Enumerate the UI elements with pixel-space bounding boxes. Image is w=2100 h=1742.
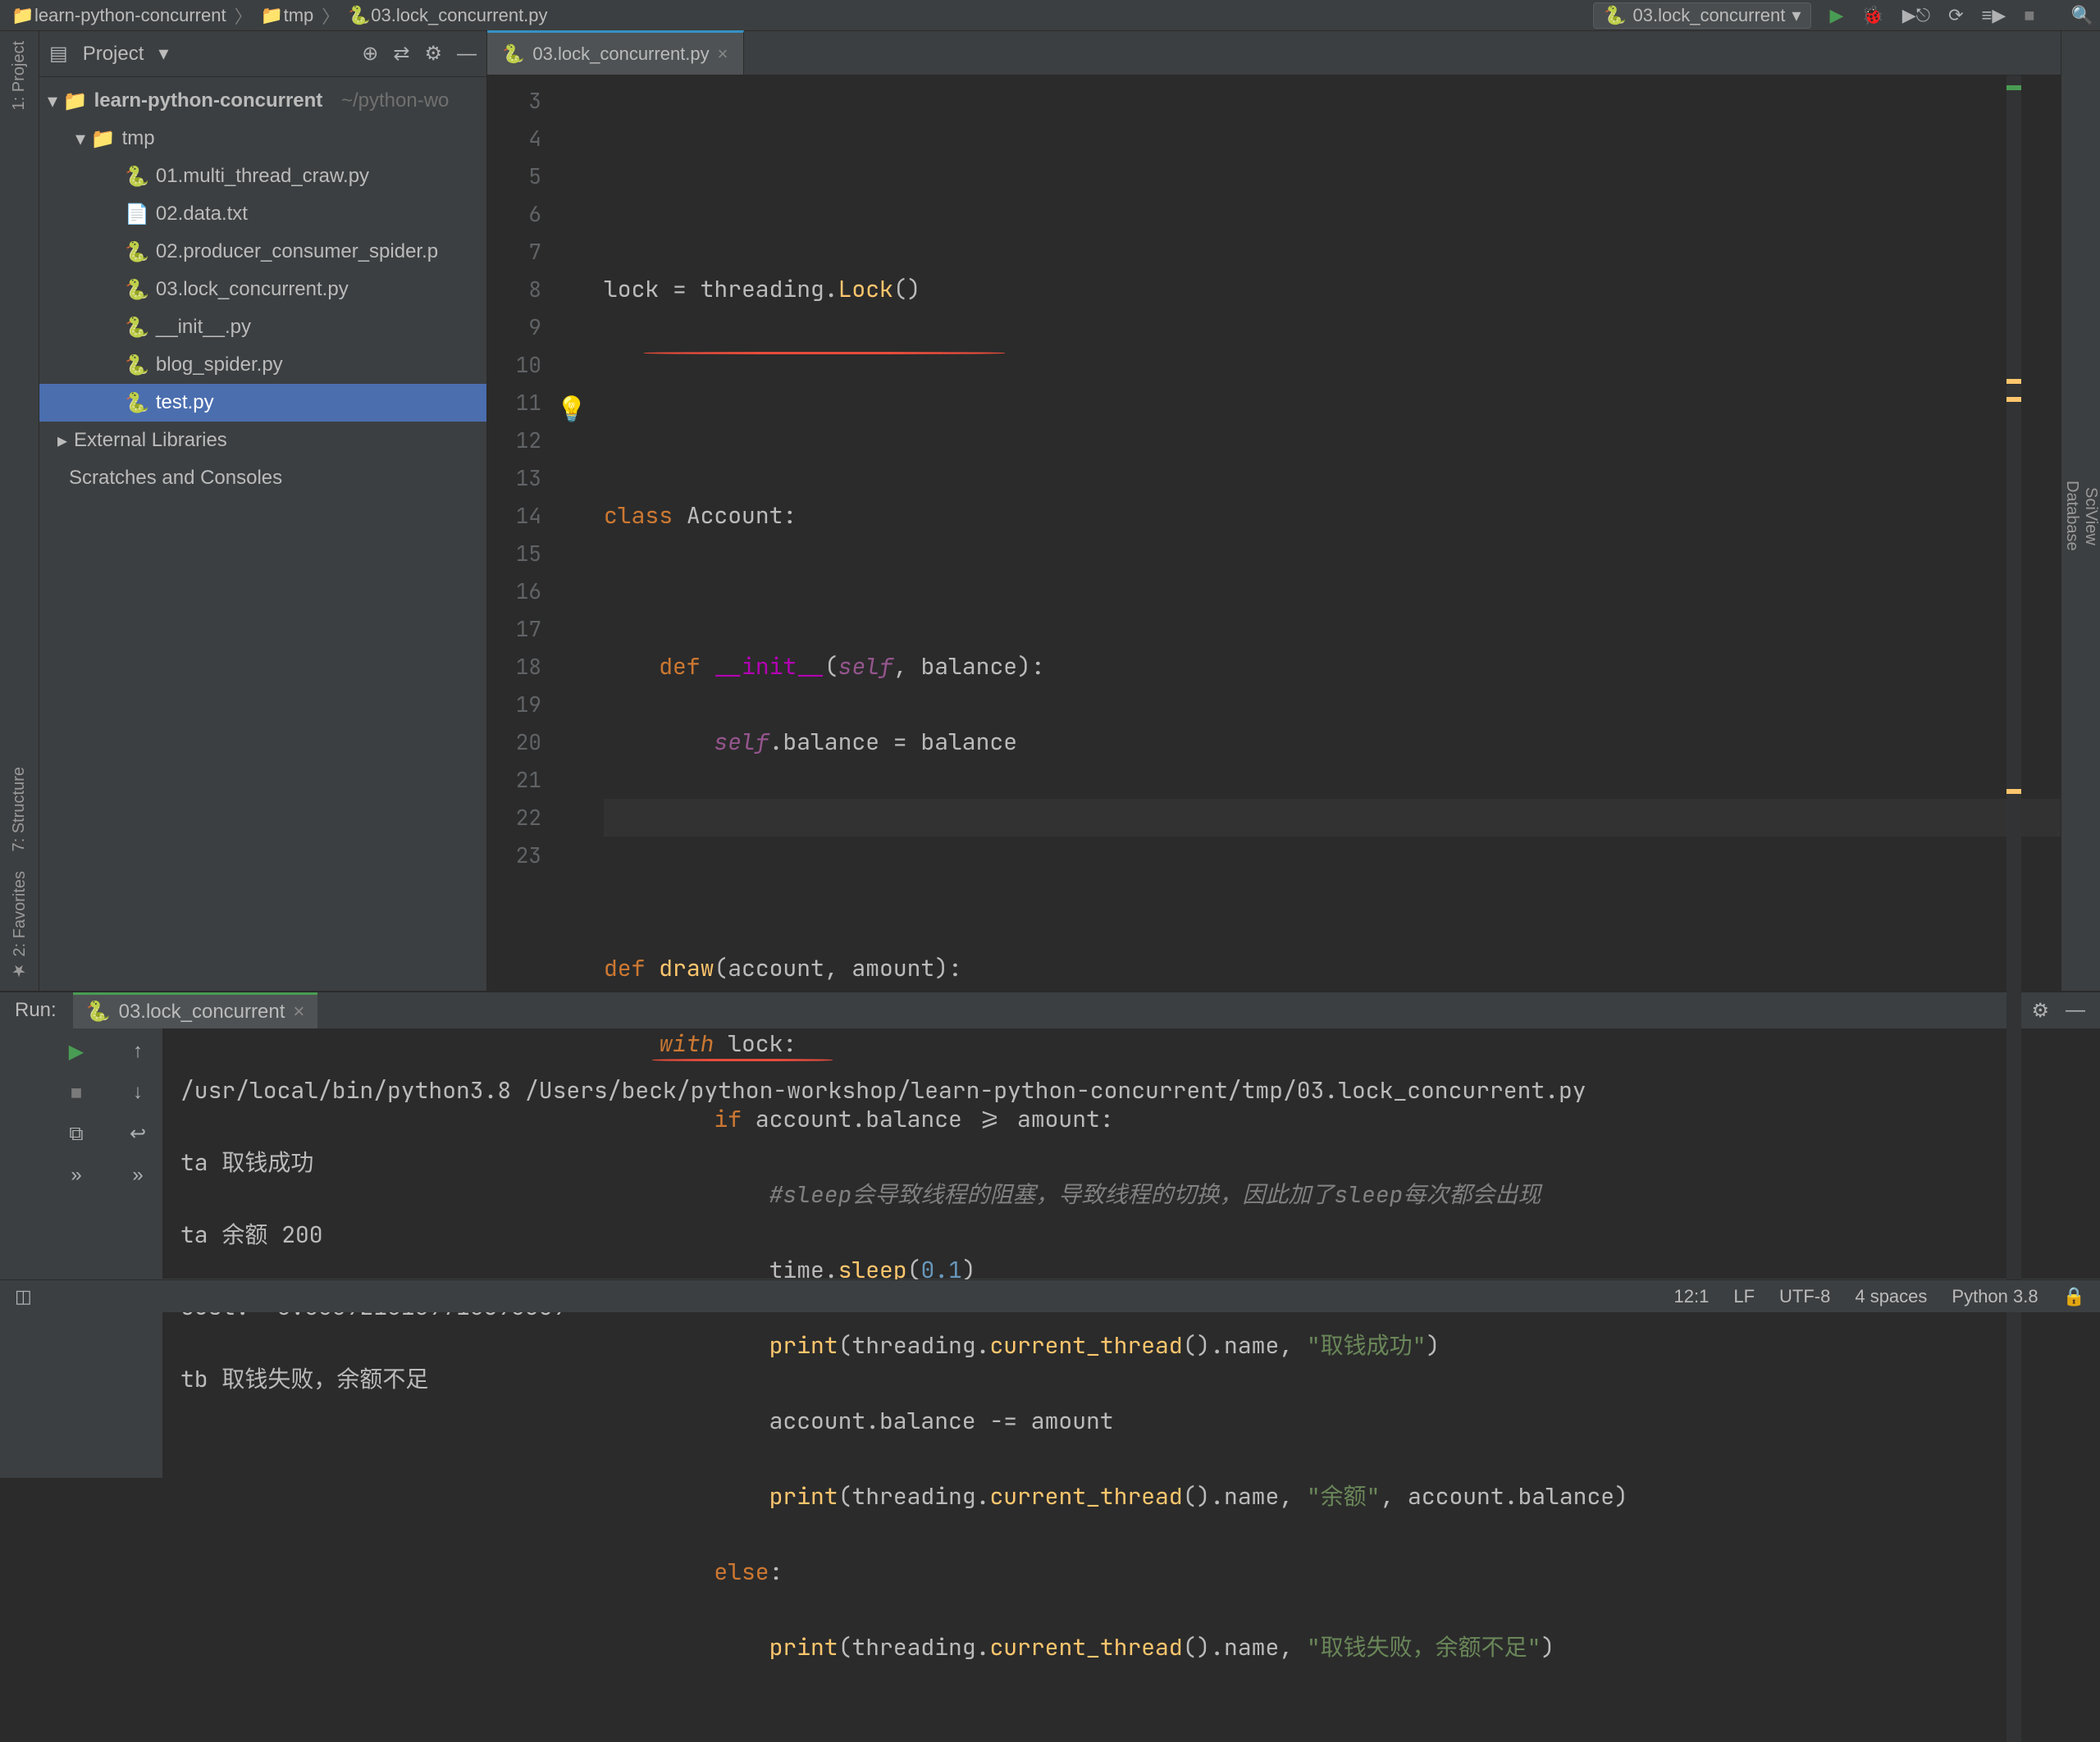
rerun-icon[interactable]: ▶ xyxy=(69,1040,84,1064)
locate-icon[interactable]: ⊕ xyxy=(362,42,378,66)
gutter-icons: 💡 xyxy=(551,75,589,1742)
folder-icon: 📁 xyxy=(11,5,30,26)
encoding[interactable]: UTF-8 xyxy=(1779,1286,1830,1307)
editor: 🐍 03.lock_concurrent.py × 34567891011121… xyxy=(487,31,2061,991)
tool-tab-favorites[interactable]: ★ 2: Favorites xyxy=(10,861,30,991)
line-ending[interactable]: LF xyxy=(1733,1286,1755,1307)
editor-tabs: 🐍 03.lock_concurrent.py × xyxy=(487,31,2061,75)
line-gutter[interactable]: 34567891011121314151617181920212223 xyxy=(487,75,551,1742)
chevron-right-icon: 〉 xyxy=(235,2,253,29)
tree-file[interactable]: 🐍 blog_spider.py xyxy=(39,346,486,384)
lightbulb-icon[interactable]: 💡 xyxy=(556,392,587,425)
debug-icon[interactable]: 🐞 xyxy=(1861,5,1883,26)
collapse-icon[interactable]: ⇄ xyxy=(393,42,409,66)
hide-icon[interactable]: — xyxy=(2066,999,2085,1022)
project-panel-title[interactable]: Project xyxy=(83,43,144,66)
tool-tab-sciview[interactable]: SciView xyxy=(2081,479,2100,554)
hide-icon[interactable]: — xyxy=(457,43,477,66)
layout-icon[interactable]: ⧉ xyxy=(69,1123,83,1146)
close-icon[interactable]: × xyxy=(293,1001,304,1024)
python-file-icon: 🐍 xyxy=(86,1000,111,1024)
run-controls: ▶ ■ ⧉ » xyxy=(39,1028,113,1478)
run-icon[interactable]: ▶ xyxy=(1829,5,1843,26)
more-icon[interactable]: » xyxy=(71,1164,81,1187)
tree-file[interactable]: 🐍 01.multi_thread_craw.py xyxy=(39,157,486,195)
run-config-selector[interactable]: 🐍 03.lock_concurrent ▾ xyxy=(1593,2,1811,29)
concurrency-icon[interactable]: ≡▶ xyxy=(1982,5,2006,26)
more-icon[interactable]: » xyxy=(132,1164,143,1187)
python-file-icon: 🐍 xyxy=(348,5,366,26)
breadcrumb-item[interactable]: tmp xyxy=(284,5,314,26)
right-tool-strip: SciView Database xyxy=(2061,31,2100,991)
folder-icon: 📁 xyxy=(261,5,279,26)
indent[interactable]: 4 spaces xyxy=(1855,1286,1927,1307)
breadcrumb[interactable]: 📁learn-python-concurrent 〉 📁tmp 〉 🐍03.lo… xyxy=(7,2,553,29)
chevron-down-icon: ▾ xyxy=(1792,5,1801,26)
navigation-bar: 📁learn-python-concurrent 〉 📁tmp 〉 🐍03.lo… xyxy=(0,0,2100,31)
soft-wrap-icon[interactable]: ↩ xyxy=(130,1122,146,1146)
profile-icon[interactable]: ⟳ xyxy=(1948,5,1963,26)
stop-icon[interactable]: ■ xyxy=(71,1082,83,1105)
left-tool-strip: 1: Project 7: Structure ★ 2: Favorites xyxy=(0,31,39,991)
run-config-label: 03.lock_concurrent xyxy=(1633,5,1786,26)
editor-tab-label: 03.lock_concurrent.py xyxy=(532,43,709,65)
breadcrumb-item[interactable]: learn-python-concurrent xyxy=(34,5,226,26)
tool-tab-database[interactable]: Database xyxy=(2062,472,2081,559)
python-file-icon: 🐍 xyxy=(502,43,524,65)
breadcrumb-item[interactable]: 03.lock_concurrent.py xyxy=(371,5,547,26)
run-coverage-icon[interactable]: ▶⎋ xyxy=(1902,5,1930,26)
tree-folder[interactable]: ▾ 📁 tmp xyxy=(39,120,486,157)
interpreter[interactable]: Python 3.8 xyxy=(1952,1286,2038,1307)
search-icon[interactable]: 🔍 xyxy=(2071,5,2093,26)
project-view-icon[interactable]: ▤ xyxy=(49,42,68,66)
close-icon[interactable]: × xyxy=(718,43,728,65)
lock-icon[interactable]: 🔒 xyxy=(2063,1286,2085,1307)
tree-scratches[interactable]: Scratches and Consoles xyxy=(39,459,486,497)
chevron-down-icon[interactable]: ▾ xyxy=(158,42,168,66)
run-label: Run: xyxy=(15,999,57,1022)
footer-status: ◫ 12:1 LF UTF-8 4 spaces Python 3.8 🔒 xyxy=(0,1279,2100,1312)
chevron-right-icon: 〉 xyxy=(322,2,340,29)
tree-external[interactable]: ▸ External Libraries xyxy=(39,422,486,459)
up-icon[interactable]: ↑ xyxy=(133,1040,143,1063)
tree-root[interactable]: ▾ 📁 learn-python-concurrent ~/python-wo xyxy=(39,82,486,120)
error-stripe[interactable] xyxy=(2006,75,2021,1742)
settings-icon[interactable]: ⚙ xyxy=(424,42,442,66)
project-tree[interactable]: ▾ 📁 learn-python-concurrent ~/python-wo … xyxy=(39,77,486,502)
run-tab-label: 03.lock_concurrent xyxy=(119,1001,285,1024)
tool-tab-project[interactable]: 1: Project xyxy=(10,31,29,120)
stop-icon[interactable]: ■ xyxy=(2024,5,2034,26)
python-file-icon: 🐍 xyxy=(1604,5,1626,26)
run-tab[interactable]: 🐍 03.lock_concurrent × xyxy=(73,992,318,1028)
project-panel: ▤ Project ▾ ⊕ ⇄ ⚙ — ▾ 📁 learn-python-con… xyxy=(39,31,487,991)
tree-file[interactable]: 🐍 03.lock_concurrent.py xyxy=(39,271,486,308)
tree-file[interactable]: 🐍 02.producer_consumer_spider.p xyxy=(39,233,486,271)
caret-position[interactable]: 12:1 xyxy=(1674,1286,1710,1307)
down-icon[interactable]: ↓ xyxy=(133,1081,143,1104)
editor-tab[interactable]: 🐍 03.lock_concurrent.py × xyxy=(487,30,744,75)
tree-file[interactable]: 📄 02.data.txt xyxy=(39,195,486,233)
tree-file[interactable]: 🐍 __init__.py xyxy=(39,308,486,346)
tool-windows-icon[interactable]: ◫ xyxy=(15,1286,32,1307)
tree-file-selected[interactable]: 🐍 test.py xyxy=(39,384,486,422)
tool-tab-structure[interactable]: 7: Structure xyxy=(10,757,29,861)
code-content[interactable]: lock = threading.Lock() class Account: d… xyxy=(589,75,2061,1742)
